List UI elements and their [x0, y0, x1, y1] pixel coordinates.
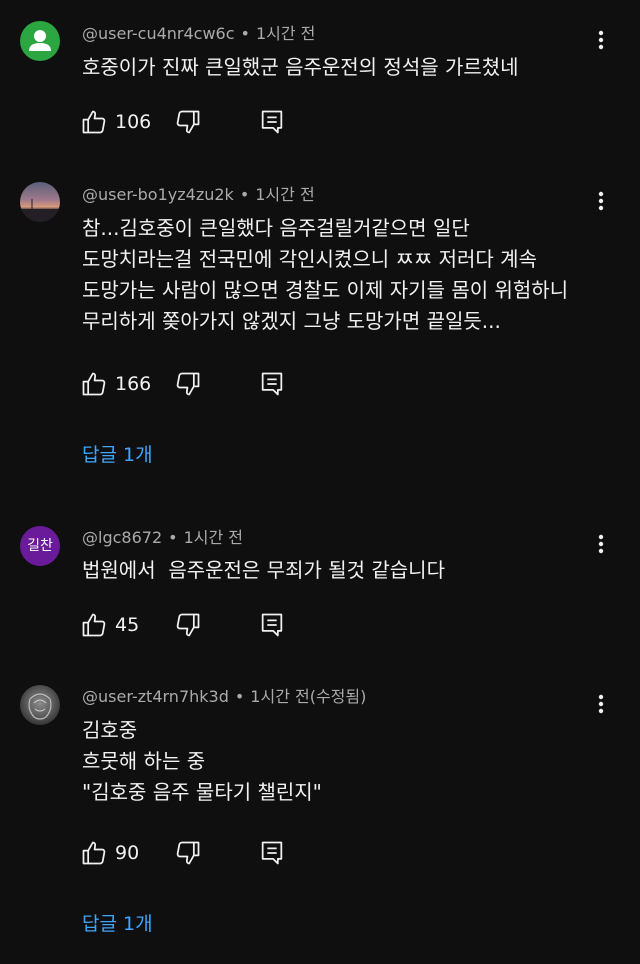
comment-author[interactable]: @user-zt4rn7hk3d — [82, 687, 229, 706]
like-count: 106 — [115, 111, 152, 133]
comment-time: 1시간 전 — [255, 185, 315, 204]
comment-line: "김호중 음주 물타기 챌린지" — [82, 780, 322, 804]
comment-text: 김호중 흐뭇해 하는 중 "김호중 음주 물타기 챌린지" — [82, 715, 602, 808]
reply-button[interactable] — [258, 108, 286, 136]
comment-line: 도망치라는걸 전국민에 각인시켰으니 ㅉㅉ 저러다 계속 — [82, 247, 537, 271]
like-button[interactable] — [80, 611, 108, 639]
comment-reply-icon — [261, 613, 283, 637]
dislike-button[interactable] — [174, 611, 202, 639]
thumbs-up-icon — [82, 841, 106, 865]
more-vertical-icon — [598, 191, 604, 211]
avatar-initials: 길찬 — [27, 538, 53, 554]
comment-line: 법원에서 음주운전은 무죄가 될것 같습니다 — [82, 558, 445, 582]
comment-meta: @user-bo1yz4zu2k • 1시간 전 — [82, 185, 315, 205]
comment-reply-icon — [261, 841, 283, 865]
more-vertical-icon — [598, 30, 604, 50]
comment-meta: @user-cu4nr4cw6c • 1시간 전 — [82, 24, 315, 44]
comment-time: 1시간 전 — [183, 528, 243, 547]
comment-line: 흐뭇해 하는 중 — [82, 749, 206, 773]
more-vertical-icon — [598, 534, 604, 554]
thumbs-up-icon — [82, 613, 106, 637]
separator-dot: • — [168, 528, 178, 547]
avatar[interactable] — [20, 685, 60, 725]
thumbs-up-icon — [82, 372, 106, 396]
comment-text: 호중이가 진짜 큰일했군 음주운전의 정석을 가르쳤네 — [82, 52, 602, 83]
comment-time: 1시간 전(수정됨) — [250, 687, 367, 706]
like-button[interactable] — [80, 108, 108, 136]
more-vertical-icon — [598, 694, 604, 714]
view-replies-link[interactable]: 답글 1개 — [82, 912, 153, 936]
thumbs-down-icon — [176, 372, 200, 396]
comment-time: 1시간 전 — [255, 24, 316, 43]
like-count: 45 — [115, 614, 140, 636]
separator-dot: • — [239, 185, 250, 204]
thumbs-down-icon — [176, 613, 200, 637]
comment-author[interactable]: @lgc8672 — [82, 528, 162, 547]
more-options-button[interactable] — [586, 25, 616, 55]
reply-button[interactable] — [258, 370, 286, 398]
sunset-photo-icon — [20, 199, 60, 222]
like-count: 90 — [115, 842, 140, 864]
avatar[interactable] — [20, 182, 60, 222]
comment-meta: @user-zt4rn7hk3d • 1시간 전(수정됨) — [82, 687, 366, 707]
comment-line: 도망가는 사람이 많으면 경찰도 이제 자기들 몸이 위험하니 — [82, 278, 569, 302]
separator-dot: • — [234, 687, 245, 706]
thumbs-down-icon — [176, 110, 200, 134]
avatar[interactable]: 길찬 — [20, 526, 60, 566]
like-button[interactable] — [80, 370, 108, 398]
reply-button[interactable] — [258, 839, 286, 867]
more-options-button[interactable] — [586, 186, 616, 216]
comment-reply-icon — [261, 110, 283, 134]
comment-meta: @lgc8672 • 1시간 전 — [82, 528, 243, 548]
comment-line: 김호중 — [82, 718, 138, 742]
comment-text: 법원에서 음주운전은 무죄가 될것 같습니다 — [82, 555, 602, 586]
comment-author[interactable]: @user-bo1yz4zu2k — [82, 185, 234, 204]
more-options-button[interactable] — [586, 689, 616, 719]
avatar[interactable] — [20, 21, 60, 61]
reply-button[interactable] — [258, 611, 286, 639]
dislike-button[interactable] — [174, 839, 202, 867]
comment-line: 참...김호중이 큰일했다 음주걸릴거같으면 일단 — [82, 216, 470, 240]
comment-author[interactable]: @user-cu4nr4cw6c — [82, 24, 235, 43]
view-replies-link[interactable]: 답글 1개 — [82, 443, 153, 467]
dislike-button[interactable] — [174, 108, 202, 136]
comment-line: 호중이가 진짜 큰일했군 음주운전의 정석을 가르쳤네 — [82, 55, 519, 79]
like-button[interactable] — [80, 839, 108, 867]
statue-photo-icon — [28, 693, 52, 720]
person-icon — [29, 30, 51, 51]
more-options-button[interactable] — [586, 529, 616, 559]
like-count: 166 — [115, 373, 152, 395]
dislike-button[interactable] — [174, 370, 202, 398]
comment-text: 참...김호중이 큰일했다 음주걸릴거같으면 일단 도망치라는걸 전국민에 각인… — [82, 213, 602, 337]
comment-line: 무리하게 쫒아가지 않겠지 그냥 도망가면 끝일듯... — [82, 309, 501, 333]
thumbs-down-icon — [176, 841, 200, 865]
separator-dot: • — [240, 24, 250, 43]
comment-reply-icon — [261, 372, 283, 396]
thumbs-up-icon — [82, 110, 106, 134]
